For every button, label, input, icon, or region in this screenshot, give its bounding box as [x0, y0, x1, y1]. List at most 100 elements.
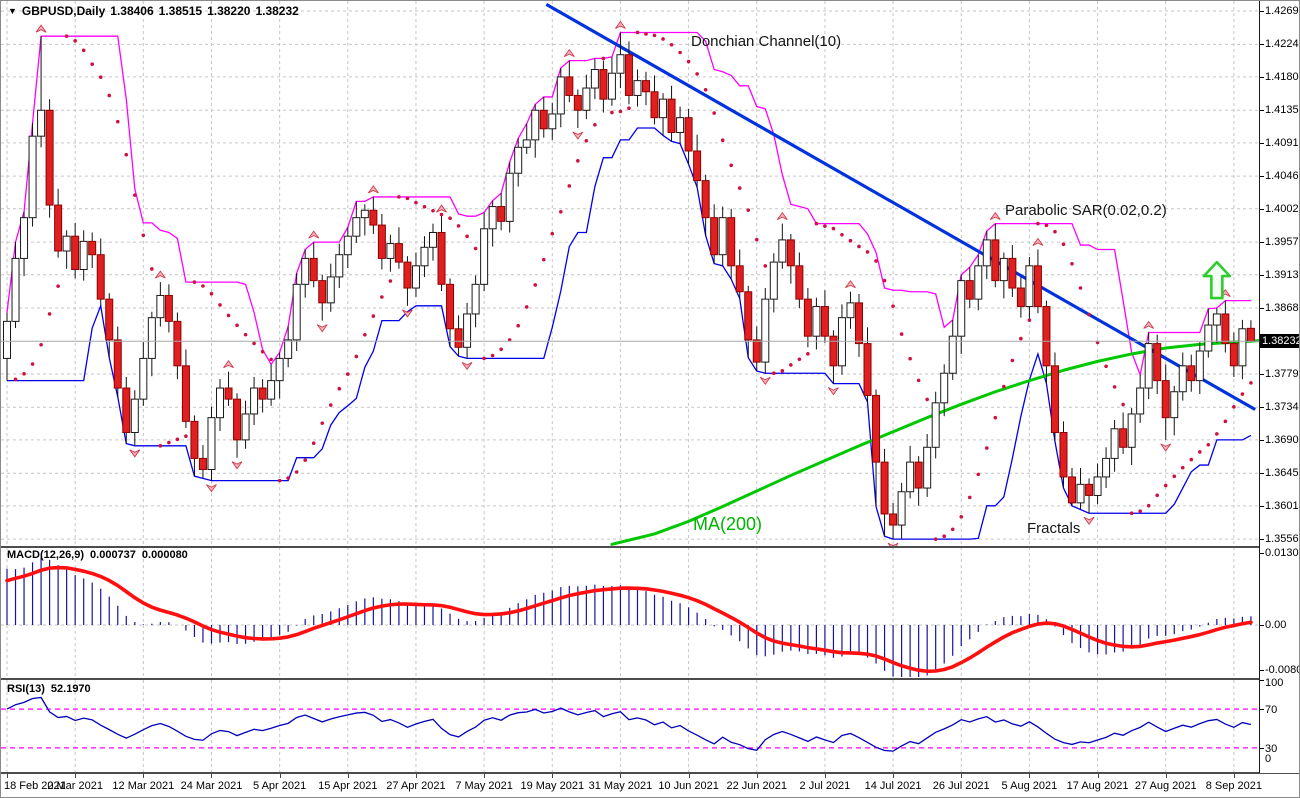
- date-tick-label: 2 Mar 2021: [47, 780, 103, 792]
- axis-tick-mark: [1260, 44, 1264, 45]
- fractal-up-icon: [224, 361, 234, 368]
- fractal-up-icon: [777, 213, 787, 220]
- price-tick-label: 1.35560: [1265, 533, 1300, 545]
- axis-tick-mark: [1260, 209, 1264, 210]
- axis-tick-mark: [1260, 625, 1264, 626]
- price-tick-label: 1.41350: [1265, 104, 1300, 116]
- price-tick-label: 1.37340: [1265, 401, 1300, 413]
- fractal-down-icon: [232, 462, 242, 469]
- date-tick-label: 12 Mar 2021: [112, 780, 174, 792]
- date-tick-label: 27 Apr 2021: [386, 780, 445, 792]
- axis-tick-mark: [1260, 407, 1264, 408]
- date-tick-mark: [689, 774, 690, 778]
- symbol-title: GBPUSD,Daily: [22, 4, 105, 18]
- price-tick-label: 1.42690: [1265, 5, 1300, 17]
- price-tick-label: 1.36010: [1265, 500, 1300, 512]
- parabolic-sar-label: Parabolic SAR(0.02,0.2): [1005, 202, 1167, 219]
- axis-tick-mark: [1260, 539, 1264, 540]
- date-tick-mark: [7, 774, 8, 778]
- date-tick-mark: [280, 774, 281, 778]
- axis-tick-mark: [1260, 473, 1264, 474]
- panel-separator[interactable]: [1, 678, 1300, 680]
- macd-histogram: [7, 557, 1251, 677]
- macd-value-signal: 0.000080: [142, 549, 188, 561]
- panel-separator[interactable]: [1, 546, 1300, 548]
- axis-tick-mark: [1260, 374, 1264, 375]
- fractal-down-icon: [462, 362, 472, 369]
- date-tick-mark: [825, 774, 826, 778]
- axis-tick-mark: [1260, 77, 1264, 78]
- date-tick-mark: [348, 774, 349, 778]
- macd-tick-label: 0.00: [1265, 619, 1286, 631]
- date-tick-mark: [1098, 774, 1099, 778]
- date-tick-label: 2 Jul 2021: [800, 780, 851, 792]
- rsi-window-label: RSI(13) 52.1970: [7, 683, 97, 695]
- donchian-label: Donchian Channel(10): [691, 33, 841, 50]
- price-tick-label: 1.40460: [1265, 170, 1300, 182]
- date-tick-label: 8 Sep 2021: [1206, 780, 1262, 792]
- date-tick-mark: [552, 774, 553, 778]
- fractals-label: Fractals: [1027, 520, 1080, 537]
- fractal-up-icon: [845, 281, 855, 288]
- price-tick-label: 1.38680: [1265, 302, 1300, 314]
- price-tick-label: 1.39570: [1265, 236, 1300, 248]
- grid-layer: [7, 680, 1234, 772]
- fractal-down-icon: [130, 450, 140, 457]
- rsi-tick-label: 100: [1265, 677, 1283, 689]
- date-tick-label: 10 Jun 2021: [658, 780, 719, 792]
- date-tick-mark: [143, 774, 144, 778]
- price-tick-label: 1.40020: [1265, 203, 1300, 215]
- ohlc-low: 1.38220: [207, 4, 250, 18]
- axis-tick-mark: [1260, 506, 1264, 507]
- rsi-value: 52.1970: [51, 683, 91, 695]
- symbol-header: ▼GBPUSD,Daily1.384061.385151.382201.3823…: [8, 4, 304, 18]
- axis-tick-mark: [1260, 748, 1264, 749]
- rsi-name: RSI(13): [7, 683, 45, 695]
- fractal-down-icon: [828, 388, 838, 395]
- price-tick-label: 1.36450: [1265, 467, 1300, 479]
- price-tick-label: 1.37790: [1265, 368, 1300, 380]
- macd-tick-label: -0.008095: [1265, 664, 1300, 676]
- rsi-tick-label: 70: [1265, 704, 1277, 716]
- ohlc-high: 1.38515: [159, 4, 202, 18]
- macd-pane[interactable]: [1, 547, 1259, 679]
- axis-tick-mark: [1260, 553, 1264, 554]
- date-tick-label: 26 Jul 2021: [933, 780, 990, 792]
- symbol-dropdown-icon[interactable]: ▼: [8, 6, 17, 16]
- date-tick-mark: [1234, 774, 1235, 778]
- axis-tick-mark: [1260, 709, 1264, 710]
- rsi-tick-label: 0: [1265, 753, 1271, 765]
- rsi-pane[interactable]: [1, 680, 1259, 772]
- price-axis[interactable]: 1.426901.422401.418001.413501.409101.404…: [1259, 1, 1300, 773]
- axis-tick-mark: [1260, 670, 1264, 671]
- axis-tick-mark: [1260, 308, 1264, 309]
- axis-tick-mark: [1260, 11, 1264, 12]
- date-tick-mark: [1166, 774, 1167, 778]
- date-tick-label: 27 Aug 2021: [1135, 780, 1197, 792]
- axis-tick-mark: [1260, 242, 1264, 243]
- date-tick-mark: [211, 774, 212, 778]
- date-axis[interactable]: 18 Feb 20212 Mar 202112 Mar 202124 Mar 2…: [1, 774, 1300, 798]
- date-tick-label: 14 Jul 2021: [865, 780, 922, 792]
- date-tick-label: 24 Mar 2021: [181, 780, 243, 792]
- chart-window: 1.426901.422401.418001.413501.409101.404…: [0, 0, 1300, 798]
- fractal-down-icon: [317, 325, 327, 332]
- fractal-down-icon: [1161, 444, 1171, 451]
- main-chart-pane[interactable]: [1, 1, 1259, 546]
- macd-value-main: 0.000737: [90, 549, 136, 561]
- date-tick-label: 5 Apr 2021: [253, 780, 306, 792]
- current-price-value: 1.38232: [1262, 335, 1300, 347]
- date-tick-label: 5 Aug 2021: [1002, 780, 1058, 792]
- fractal-up-icon: [368, 186, 378, 193]
- fractal-up-icon: [564, 50, 574, 57]
- date-tick-mark: [1029, 774, 1030, 778]
- macd-tick-label: 0.013045: [1265, 547, 1300, 559]
- date-tick-mark: [893, 774, 894, 778]
- fractal-down-icon: [573, 132, 583, 139]
- axis-tick-mark: [1260, 680, 1264, 681]
- date-tick-mark: [75, 774, 76, 778]
- fractal-up-icon: [309, 231, 319, 238]
- date-tick-mark: [757, 774, 758, 778]
- axis-tick-mark: [1260, 440, 1264, 441]
- date-tick-label: 19 May 2021: [520, 780, 584, 792]
